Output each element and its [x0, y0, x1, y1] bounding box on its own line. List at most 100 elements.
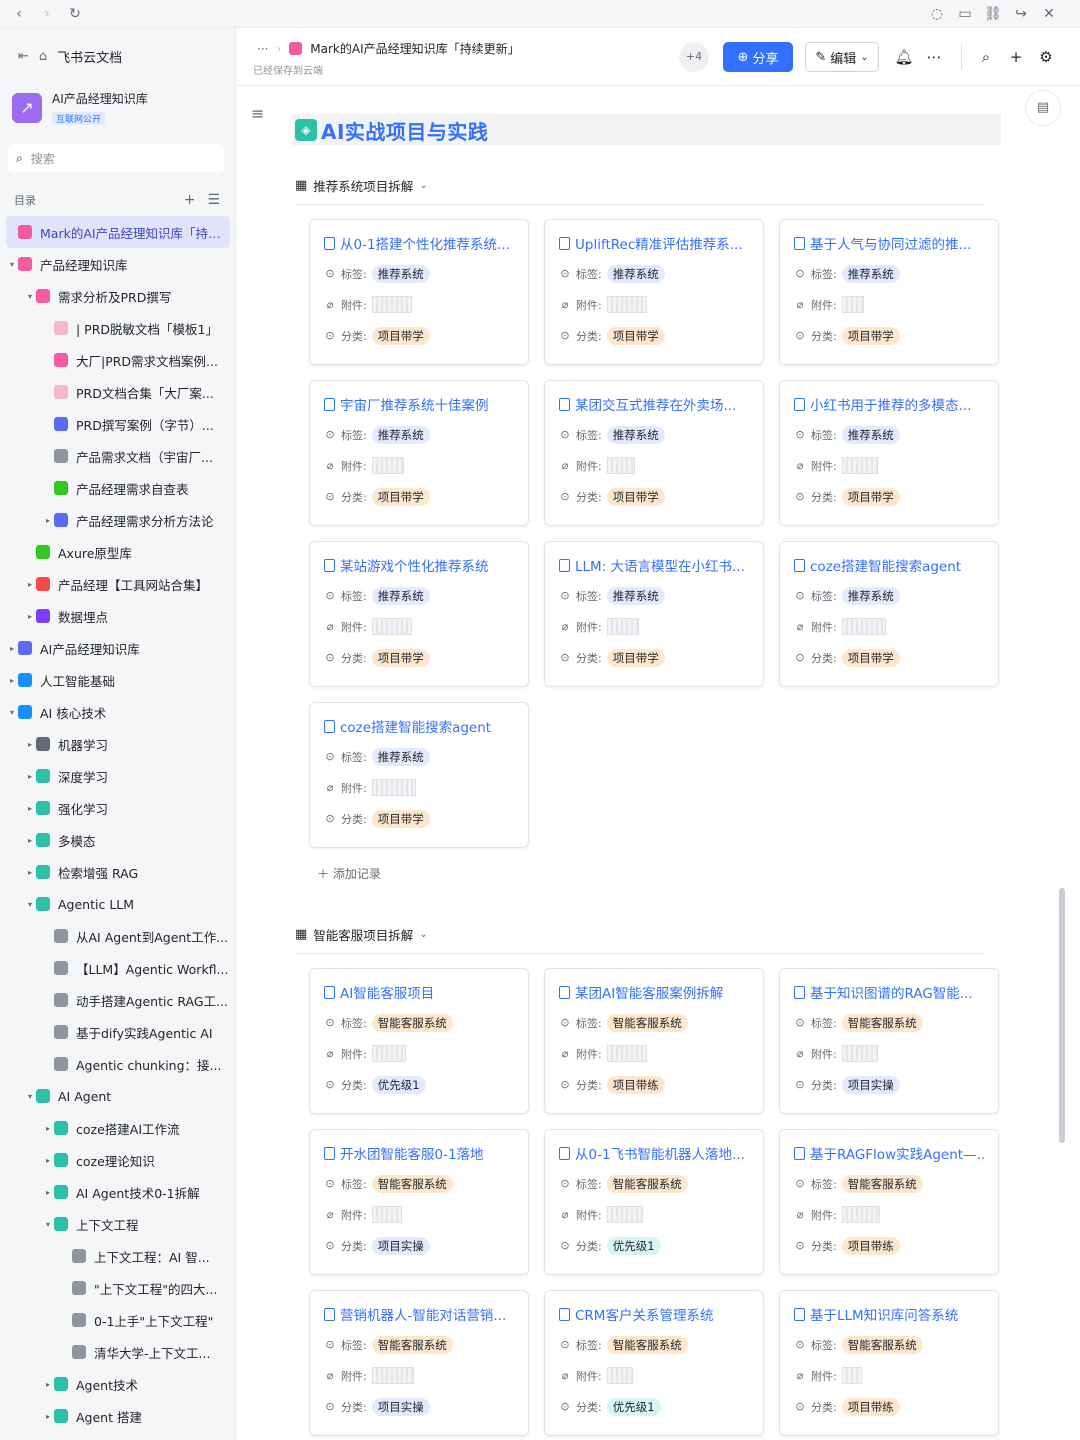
sidebar-item[interactable]: 【LLM】Agentic Workfl...: [6, 952, 230, 984]
plus-icon[interactable]: +: [1005, 46, 1027, 68]
caret-right-icon[interactable]: ▸: [6, 676, 18, 685]
record-card[interactable]: 基于RAGFlow实践Agent—... ⊙ 标签: 智能客服系统 ⌀ 附件: ⊙ 分类: 项目…: [779, 1129, 999, 1275]
comment-icon[interactable]: ▤: [1025, 90, 1061, 126]
record-card[interactable]: 某团交互式推荐在外卖场... ⊙ 标签: 推荐系统 ⌀ 附件: ⊙ 分类: 项目带学: [544, 380, 764, 526]
sidebar-item[interactable]: ▸ 机器学习: [6, 728, 230, 760]
attachment-thumbnail[interactable]: [606, 1045, 647, 1062]
section-header-customer-service[interactable]: ▦ 智能客服项目拆解 ⌄: [295, 925, 428, 944]
attachment-thumbnail[interactable]: [371, 296, 412, 313]
sidebar-item[interactable]: Agentic chunking：接...: [6, 1048, 230, 1080]
list-settings-icon[interactable]: ☰: [207, 192, 220, 208]
gear-icon[interactable]: ⚙: [1035, 46, 1057, 68]
sidebar-item[interactable]: PRD文档合集「大厂案...: [6, 376, 230, 408]
record-card[interactable]: 开水团智能客服0-1落地 ⊙ 标签: 智能客服系统 ⌀ 附件: ⊙ 分类: 项目实操: [309, 1129, 529, 1275]
attachment-thumbnail[interactable]: [371, 779, 416, 796]
attachment-thumbnail[interactable]: [841, 1045, 878, 1062]
sidebar-item[interactable]: ▾ 需求分析及PRD撰写: [6, 280, 230, 312]
caret-down-icon[interactable]: ▾: [24, 1092, 36, 1101]
record-card[interactable]: CRM客户关系管理系统 ⊙ 标签: 智能客服系统 ⌀ 附件: ⊙ 分类: 优先级1: [544, 1290, 764, 1436]
caret-right-icon[interactable]: ▸: [42, 1380, 54, 1389]
attachment-thumbnail[interactable]: [606, 457, 635, 474]
card-title[interactable]: AI智能客服项目: [324, 983, 516, 1001]
card-title[interactable]: 从0-1飞书智能机器人落地...: [559, 1144, 751, 1162]
knowledge-base-header[interactable]: ↗ AI产品经理知识库 互联网公开: [12, 90, 148, 126]
attachment-thumbnail[interactable]: [841, 296, 864, 313]
card-title[interactable]: CRM客户关系管理系统: [559, 1305, 751, 1323]
sidebar-item[interactable]: ▸ 强化学习: [6, 792, 230, 824]
card-title[interactable]: coze搭建智能搜索agent: [794, 556, 986, 574]
attachment-thumbnail[interactable]: [606, 618, 639, 635]
record-card[interactable]: 某站游戏个性化推荐系统 ⊙ 标签: 推荐系统 ⌀ 附件: ⊙ 分类: 项目带学: [309, 541, 529, 687]
attachment-thumbnail[interactable]: [841, 1367, 862, 1384]
sidebar-item[interactable]: Mark的AI产品经理知识库「持续更新」: [6, 216, 230, 248]
sidebar-item[interactable]: PRD撰写案例（字节）...: [6, 408, 230, 440]
window-icon[interactable]: ▭: [956, 5, 974, 23]
sidebar-item[interactable]: "上下文工程"的四大...: [6, 1272, 230, 1304]
link-icon[interactable]: ⛓: [984, 5, 1002, 23]
sidebar-item[interactable]: ▸ AI产品经理知识库: [6, 632, 230, 664]
sidebar-item[interactable]: ▸ AI Agent技术0-1拆解: [6, 1176, 230, 1208]
caret-right-icon[interactable]: ▸: [42, 1124, 54, 1133]
sidebar-item[interactable]: ▸ Agent技术: [6, 1368, 230, 1400]
card-title[interactable]: 基于RAGFlow实践Agent—...: [794, 1144, 986, 1162]
caret-right-icon[interactable]: ▸: [24, 868, 36, 877]
share-button[interactable]: ⊕ 分享: [723, 42, 793, 72]
sidebar-item[interactable]: 从AI Agent到Agent工作...: [6, 920, 230, 952]
attachment-thumbnail[interactable]: [371, 457, 404, 474]
collaborators-count[interactable]: +4: [679, 42, 709, 72]
forward-icon[interactable]: ›: [38, 5, 56, 23]
caret-right-icon[interactable]: ▸: [42, 516, 54, 525]
caret-right-icon[interactable]: ▸: [42, 1156, 54, 1165]
more-icon[interactable]: ⋯: [923, 46, 945, 68]
card-title[interactable]: 从0-1搭建个性化推荐系统...: [324, 234, 516, 252]
sidebar-item[interactable]: ▸ coze搭建AI工作流: [6, 1112, 230, 1144]
record-card[interactable]: AI智能客服项目 ⊙ 标签: 智能客服系统 ⌀ 附件: ⊙ 分类: 优先级1: [309, 968, 529, 1114]
caret-down-icon[interactable]: ▾: [6, 260, 18, 269]
search-input[interactable]: ⌕ 搜索: [8, 144, 224, 172]
card-title[interactable]: 某站游戏个性化推荐系统: [324, 556, 516, 574]
sidebar-item[interactable]: ▸ 产品经理【工具网站合集】: [6, 568, 230, 600]
chat-icon[interactable]: ◌: [928, 5, 946, 23]
record-card[interactable]: 基于LLM知识库问答系统 ⊙ 标签: 智能客服系统 ⌀ 附件: ⊙ 分类: 项目带练: [779, 1290, 999, 1436]
sidebar-item[interactable]: ▸ 人工智能基础: [6, 664, 230, 696]
sidebar-item[interactable]: ▸ Agent 搭建: [6, 1400, 230, 1432]
card-title[interactable]: 宇宙厂推荐系统十佳案例: [324, 395, 516, 413]
sidebar-item[interactable]: 动手搭建Agentic RAG工...: [6, 984, 230, 1016]
caret-right-icon[interactable]: ▸: [6, 644, 18, 653]
card-title[interactable]: 某团交互式推荐在外卖场...: [559, 395, 751, 413]
caret-right-icon[interactable]: ▸: [24, 580, 36, 589]
record-card[interactable]: 某团AI智能客服案例拆解 ⊙ 标签: 智能客服系统 ⌀ 附件: ⊙ 分类: 项目带练: [544, 968, 764, 1114]
add-record-button[interactable]: ＋ 添加记录: [317, 865, 381, 882]
card-title[interactable]: UpliftRec精准评估推荐系...: [559, 234, 751, 252]
breadcrumb-title[interactable]: Mark的AI产品经理知识库「持续更新」: [310, 40, 519, 57]
refresh-icon[interactable]: ↻: [66, 5, 84, 23]
caret-right-icon[interactable]: ▸: [24, 804, 36, 813]
record-card[interactable]: coze搭建智能搜索agent ⊙ 标签: 推荐系统 ⌀ 附件: ⊙ 分类: 项目带学: [309, 702, 529, 848]
record-card[interactable]: 基于人气与协同过滤的推... ⊙ 标签: 推荐系统 ⌀ 附件: ⊙ 分类: 项目带学: [779, 219, 999, 365]
sidebar-item[interactable]: ▸ coze理论知识: [6, 1144, 230, 1176]
edit-button[interactable]: ✎ 编辑 ⌄: [805, 42, 879, 72]
sidebar-item[interactable]: | PRD脱敏文档「模板1」: [6, 312, 230, 344]
card-title[interactable]: 营销机器人-智能对话营销...: [324, 1305, 516, 1323]
close-icon[interactable]: ✕: [1040, 5, 1058, 23]
caret-right-icon[interactable]: ▸: [24, 740, 36, 749]
record-card[interactable]: 小红书用于推荐的多模态... ⊙ 标签: 推荐系统 ⌀ 附件: ⊙ 分类: 项目带学: [779, 380, 999, 526]
caret-right-icon[interactable]: ▸: [42, 1188, 54, 1197]
card-title[interactable]: 基于知识图谱的RAG智能...: [794, 983, 986, 1001]
sidebar-item[interactable]: 清华大学-上下文工...: [6, 1336, 230, 1368]
add-icon[interactable]: +: [184, 192, 196, 208]
record-card[interactable]: 营销机器人-智能对话营销... ⊙ 标签: 智能客服系统 ⌀ 附件: ⊙ 分类: 项目实操: [309, 1290, 529, 1436]
card-title[interactable]: 开水团智能客服0-1落地: [324, 1144, 516, 1162]
section-header-recommend[interactable]: ▦ 推荐系统项目拆解 ⌄: [295, 176, 428, 195]
sidebar-item[interactable]: ▸ 数据埋点: [6, 600, 230, 632]
caret-down-icon[interactable]: ▾: [24, 292, 36, 301]
record-card[interactable]: 基于知识图谱的RAG智能... ⊙ 标签: 智能客服系统 ⌀ 附件: ⊙ 分类: 项目实操: [779, 968, 999, 1114]
breadcrumb-more[interactable]: ···: [257, 42, 268, 56]
sidebar-item[interactable]: ▾ Agentic LLM: [6, 888, 230, 920]
sidebar-item[interactable]: ▸多 Agent 系统案例...: [6, 1432, 230, 1440]
sidebar-item[interactable]: Axure原型库: [6, 536, 230, 568]
attachment-thumbnail[interactable]: [841, 1206, 880, 1223]
card-title[interactable]: 小红书用于推荐的多模态...: [794, 395, 986, 413]
sidebar-item[interactable]: ▾ 上下文工程: [6, 1208, 230, 1240]
sidebar-home[interactable]: ⇤ ⌂ 飞书云文档: [18, 44, 122, 68]
